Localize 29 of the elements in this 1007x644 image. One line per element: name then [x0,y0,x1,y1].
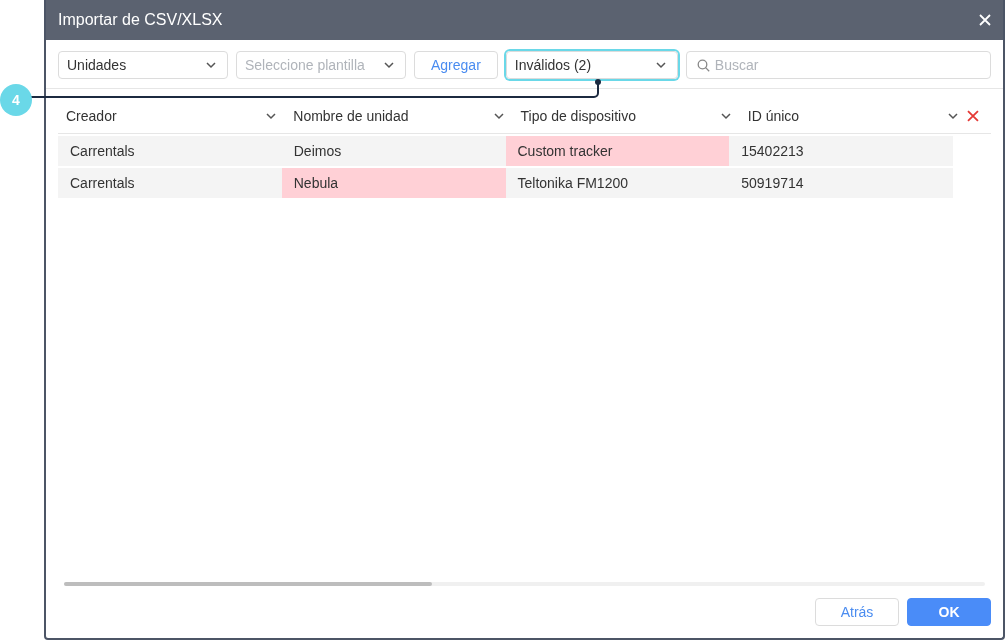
delete-icon[interactable] [967,110,979,122]
table-cell-text: Deimos [292,142,343,161]
chevron-down-icon [383,61,395,69]
chevron-down-icon [492,112,505,120]
horizontal-scrollbar[interactable] [64,582,985,586]
chevron-down-icon [654,61,667,69]
window-title: Importar de CSV/XLSX [58,11,223,29]
table-cell: Nebula [281,168,506,198]
search-icon [696,59,710,72]
table-cell-text: Teltonika FM1200 [516,174,629,193]
table-cell-text: Carrentals [69,174,136,193]
close-button[interactable] [979,14,991,26]
chevron-down-icon [719,112,732,120]
table-cell-text: 50919714 [740,174,805,193]
table-cell: Custom tracker [505,136,730,166]
table-cell-text: Carrentals [69,142,136,161]
close-icon [979,14,991,26]
column-header[interactable]: Creador [58,108,286,124]
table-cell-text: 15402213 [740,142,805,161]
column-header[interactable]: ID único [739,108,968,124]
search-field[interactable]: Buscar [685,51,991,79]
chevron-down-icon [205,61,217,69]
chevron-down-icon [265,112,278,120]
type-select[interactable]: Unidades [58,51,228,79]
column-header[interactable]: Nombre de unidad [285,108,513,124]
filter-select[interactable]: Inválidos (2) [505,51,678,79]
callout-badge: 4 [0,84,32,116]
column-header[interactable]: Tipo de dispositivo [512,108,740,124]
chevron-down-icon [947,112,960,120]
